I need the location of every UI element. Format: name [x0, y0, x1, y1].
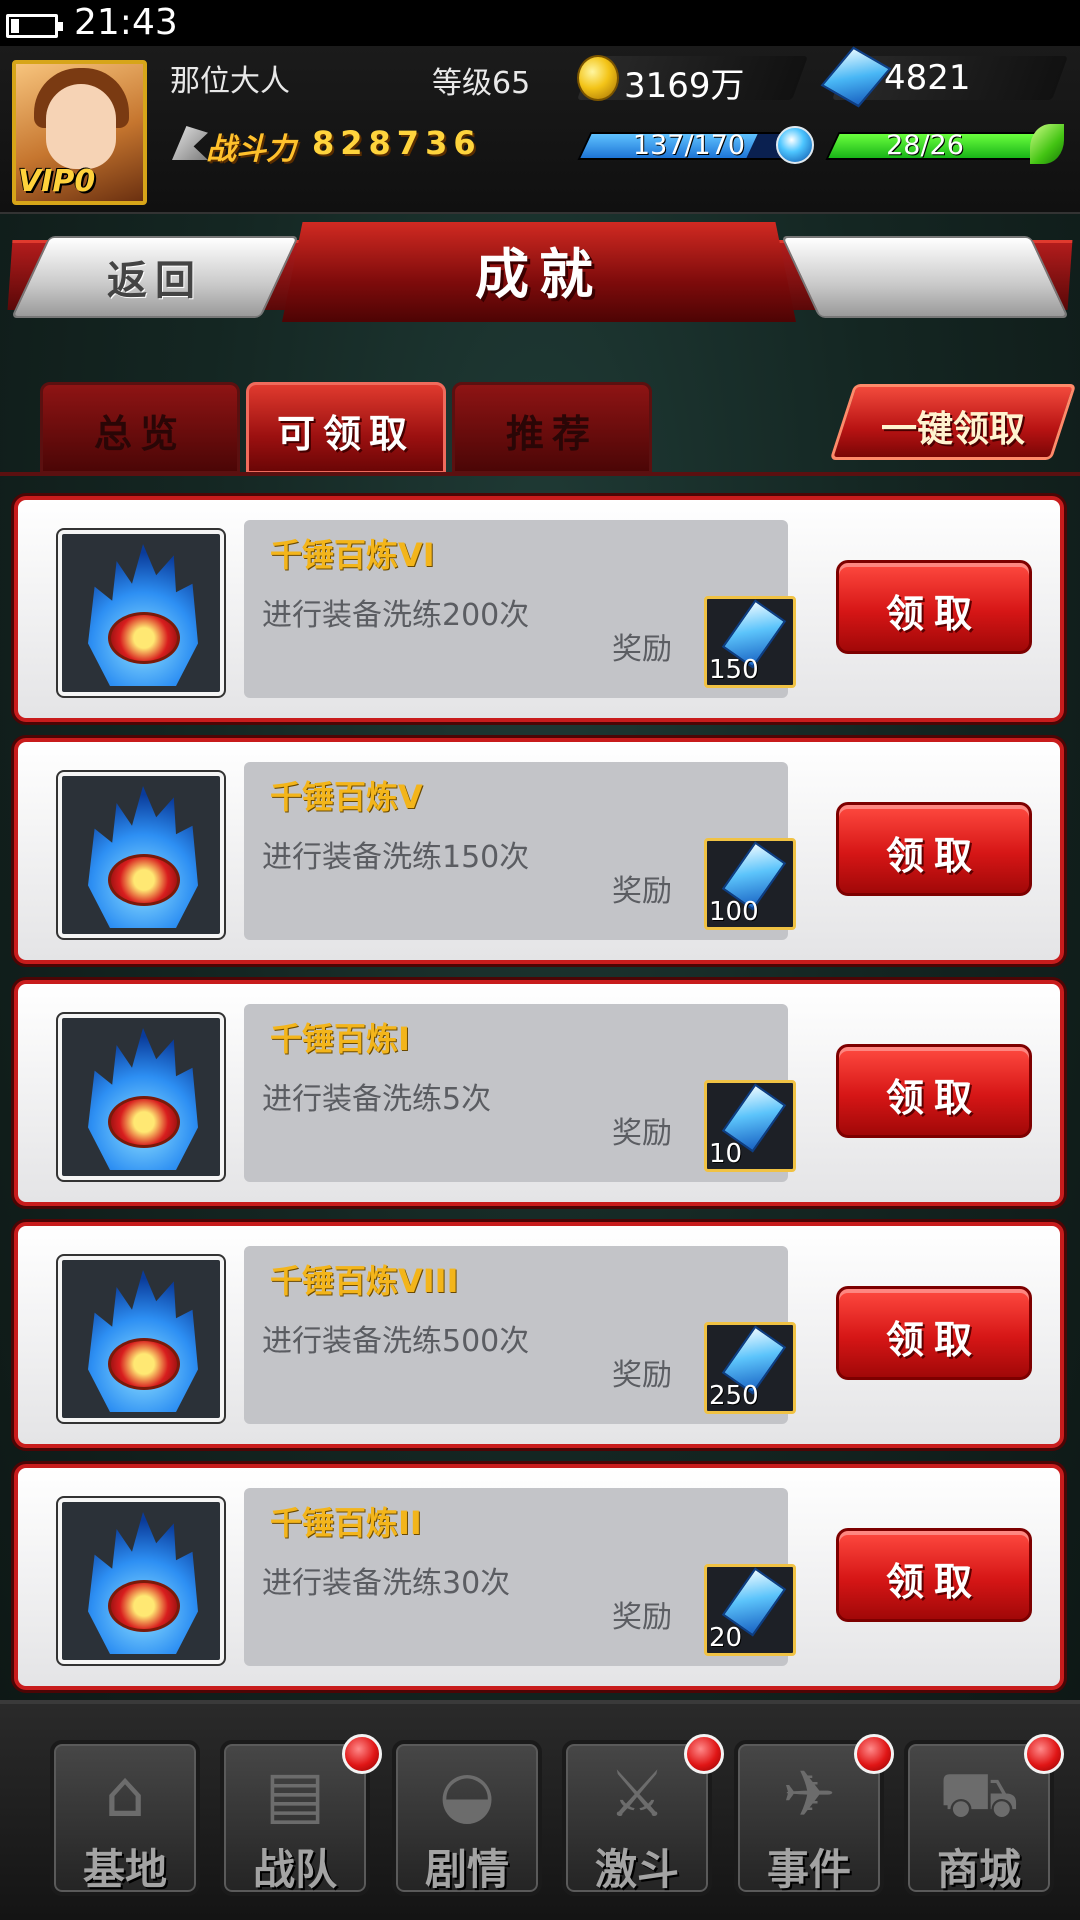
nav-label: 战队 — [252, 1845, 337, 1894]
tab-label: 总览 — [93, 412, 186, 456]
claim-label: 领取 — [885, 1318, 982, 1362]
notification-dot — [684, 1734, 724, 1774]
reward-box[interactable]: 10 — [704, 1080, 796, 1172]
energy-text: 28/26 — [886, 130, 964, 161]
nav-label: 事件 — [766, 1845, 851, 1894]
power-value: 828736 — [312, 124, 482, 162]
achievement-name: 千锤百炼II — [270, 1504, 422, 1542]
claim-button[interactable]: 领取 — [836, 802, 1032, 896]
reward-box[interactable]: 250 — [704, 1322, 796, 1414]
event-icon: ✈ — [782, 1758, 836, 1832]
achievement-card: 千锤百炼V 进行装备洗练150次 奖励 100 领取 — [14, 738, 1064, 964]
achievement-name: 千锤百炼V — [270, 778, 423, 816]
nav-base[interactable]: ⌂ 基地 — [50, 1740, 200, 1896]
achievement-desc: 进行装备洗练5次 — [262, 1082, 492, 1117]
reward-quantity: 250 — [709, 1381, 759, 1411]
gold-coin-icon — [577, 55, 619, 101]
back-button[interactable] — [10, 236, 300, 318]
achievement-desc: 进行装备洗练200次 — [262, 598, 530, 633]
achievement-card: 千锤百炼VIII 进行装备洗练500次 奖励 250 领取 — [14, 1222, 1064, 1448]
nav-label: 商城 — [936, 1845, 1021, 1894]
achievement-icon-frame — [56, 1496, 226, 1666]
reward-label: 奖励 — [612, 1116, 672, 1151]
reward-label: 奖励 — [612, 1600, 672, 1635]
reward-label: 奖励 — [612, 632, 672, 667]
gem-value: 4821 — [884, 58, 971, 98]
claim-button[interactable]: 领取 — [836, 1044, 1032, 1138]
claim-label: 领取 — [885, 1560, 982, 1604]
battery-icon — [6, 14, 63, 38]
achievement-name: 千锤百炼I — [270, 1020, 410, 1058]
notification-dot — [1024, 1734, 1064, 1774]
notification-dot — [854, 1734, 894, 1774]
wing-icon — [172, 126, 208, 160]
achievement-info: 千锤百炼V 进行装备洗练150次 奖励 100 — [244, 762, 796, 940]
reward-box[interactable]: 100 — [704, 838, 796, 930]
player-level: 等级65 — [432, 66, 531, 101]
achievement-icon-frame — [56, 1012, 226, 1182]
energy-leaf-icon[interactable] — [1030, 124, 1064, 164]
stamina-orb-icon[interactable] — [776, 126, 814, 164]
tab-label: 可领取 — [276, 412, 415, 456]
reward-box[interactable]: 150 — [704, 596, 796, 688]
stamina-text: 137/170 — [632, 130, 746, 161]
cards-icon: ▤ — [264, 1758, 326, 1832]
achievement-card: 千锤百炼VI 进行装备洗练200次 奖励 150 领取 — [14, 496, 1064, 722]
achievement-info: 千锤百炼II 进行装备洗练30次 奖励 20 — [244, 1488, 796, 1666]
claim-button[interactable]: 领取 — [836, 1528, 1032, 1622]
gold-value: 3169万 — [624, 66, 745, 106]
reward-box[interactable]: 20 — [704, 1564, 796, 1656]
reward-quantity: 100 — [709, 897, 759, 927]
reward-quantity: 10 — [709, 1139, 743, 1169]
status-bar: 21:43 — [0, 0, 1080, 46]
page-title: 成就 — [475, 243, 603, 306]
vip-badge: VIP0 — [18, 164, 96, 199]
reward-label: 奖励 — [612, 1358, 672, 1393]
reward-quantity: 150 — [709, 655, 759, 685]
base-icon: ⌂ — [104, 1758, 146, 1832]
claim-button[interactable]: 领取 — [836, 560, 1032, 654]
achievement-card: 千锤百炼I 进行装备洗练5次 奖励 10 领取 — [14, 980, 1064, 1206]
achievement-info: 千锤百炼VIII 进行装备洗练500次 奖励 250 — [244, 1246, 796, 1424]
achievement-icon-frame — [56, 1254, 226, 1424]
achievement-icon-frame — [56, 770, 226, 940]
claim-label: 领取 — [885, 834, 982, 878]
achievement-icon-frame — [56, 528, 226, 698]
achievement-desc: 进行装备洗练500次 — [262, 1324, 530, 1359]
nav-label: 剧情 — [424, 1845, 509, 1894]
claim-button[interactable]: 领取 — [836, 1286, 1032, 1380]
tab-label: 推荐 — [505, 412, 598, 456]
right-plate — [780, 236, 1070, 318]
avatar[interactable]: VIP0 — [12, 60, 147, 205]
tab-overview[interactable]: 总览 — [40, 382, 240, 474]
tab-divider — [0, 472, 1080, 476]
tab-claimable[interactable]: 可领取 — [246, 382, 446, 474]
claim-label: 领取 — [885, 1076, 982, 1120]
achievement-name: 千锤百炼VI — [270, 536, 435, 574]
power-label: 战斗力 — [206, 132, 296, 167]
achievement-info: 千锤百炼VI 进行装备洗练200次 奖励 150 — [244, 520, 796, 698]
claim-label: 领取 — [885, 592, 982, 636]
achievement-desc: 进行装备洗练150次 — [262, 840, 530, 875]
claim-all-button[interactable] — [829, 384, 1077, 460]
tab-recommended[interactable]: 推荐 — [452, 382, 652, 474]
nav-label: 基地 — [82, 1845, 167, 1894]
nav-story[interactable]: ◒ 剧情 — [392, 1740, 542, 1896]
achievement-card: 千锤百炼II 进行装备洗练30次 奖励 20 领取 — [14, 1464, 1064, 1690]
player-name: 那位大人 — [170, 64, 290, 99]
player-header: VIP0 那位大人 等级65 3169万 4821 战斗力 828736 137… — [0, 46, 1080, 214]
notification-dot — [342, 1734, 382, 1774]
reward-label: 奖励 — [612, 874, 672, 909]
reward-quantity: 20 — [709, 1623, 743, 1653]
achievement-info: 千锤百炼I 进行装备洗练5次 奖励 10 — [244, 1004, 796, 1182]
hero-mask-icon: ◒ — [439, 1758, 495, 1832]
achievement-name: 千锤百炼VIII — [270, 1262, 459, 1300]
nav-label: 激斗 — [594, 1845, 679, 1894]
shopping-cart-icon: ⛟ — [938, 1758, 1020, 1832]
clock: 21:43 — [74, 2, 178, 43]
achievement-desc: 进行装备洗练30次 — [262, 1566, 511, 1601]
fighter-icon: ⚔ — [608, 1758, 666, 1832]
